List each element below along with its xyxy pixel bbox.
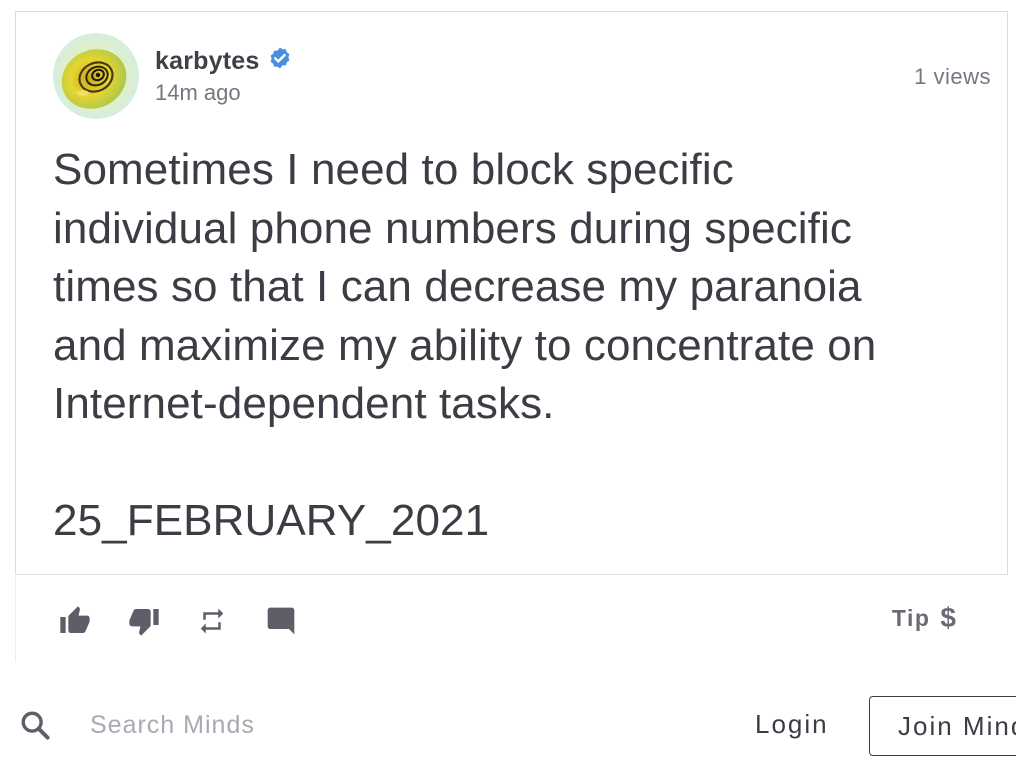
tip-label: Tip (891, 604, 931, 631)
join-minds-button[interactable]: Join Minds (869, 696, 1016, 756)
search-input[interactable] (90, 707, 450, 743)
post-timestamp[interactable]: 14m ago (155, 80, 241, 106)
author-name[interactable]: karbytes (155, 47, 259, 76)
post-card: karbytes 14m ago 1 views Sometimes I nee… (15, 11, 1008, 575)
tip-button[interactable]: Tip $ (892, 602, 956, 634)
topbar: Login Join Minds (0, 663, 1016, 777)
repost-icon[interactable] (195, 604, 229, 638)
thumb-down-icon[interactable] (127, 604, 161, 638)
post-body: Sometimes I need to block specific indiv… (53, 145, 877, 545)
dollar-icon: $ (940, 602, 956, 633)
search-icon[interactable] (18, 708, 52, 742)
comment-icon[interactable] (264, 604, 298, 638)
author-row: karbytes (155, 46, 292, 76)
login-link[interactable]: Login (755, 709, 829, 740)
view-count: 1 views (914, 64, 991, 89)
thumb-up-icon[interactable] (58, 604, 92, 638)
verified-badge-icon (268, 46, 292, 70)
post-actions-bar: Tip $ (15, 576, 1008, 662)
page: karbytes 14m ago 1 views Sometimes I nee… (0, 0, 1016, 777)
avatar[interactable] (53, 33, 139, 119)
